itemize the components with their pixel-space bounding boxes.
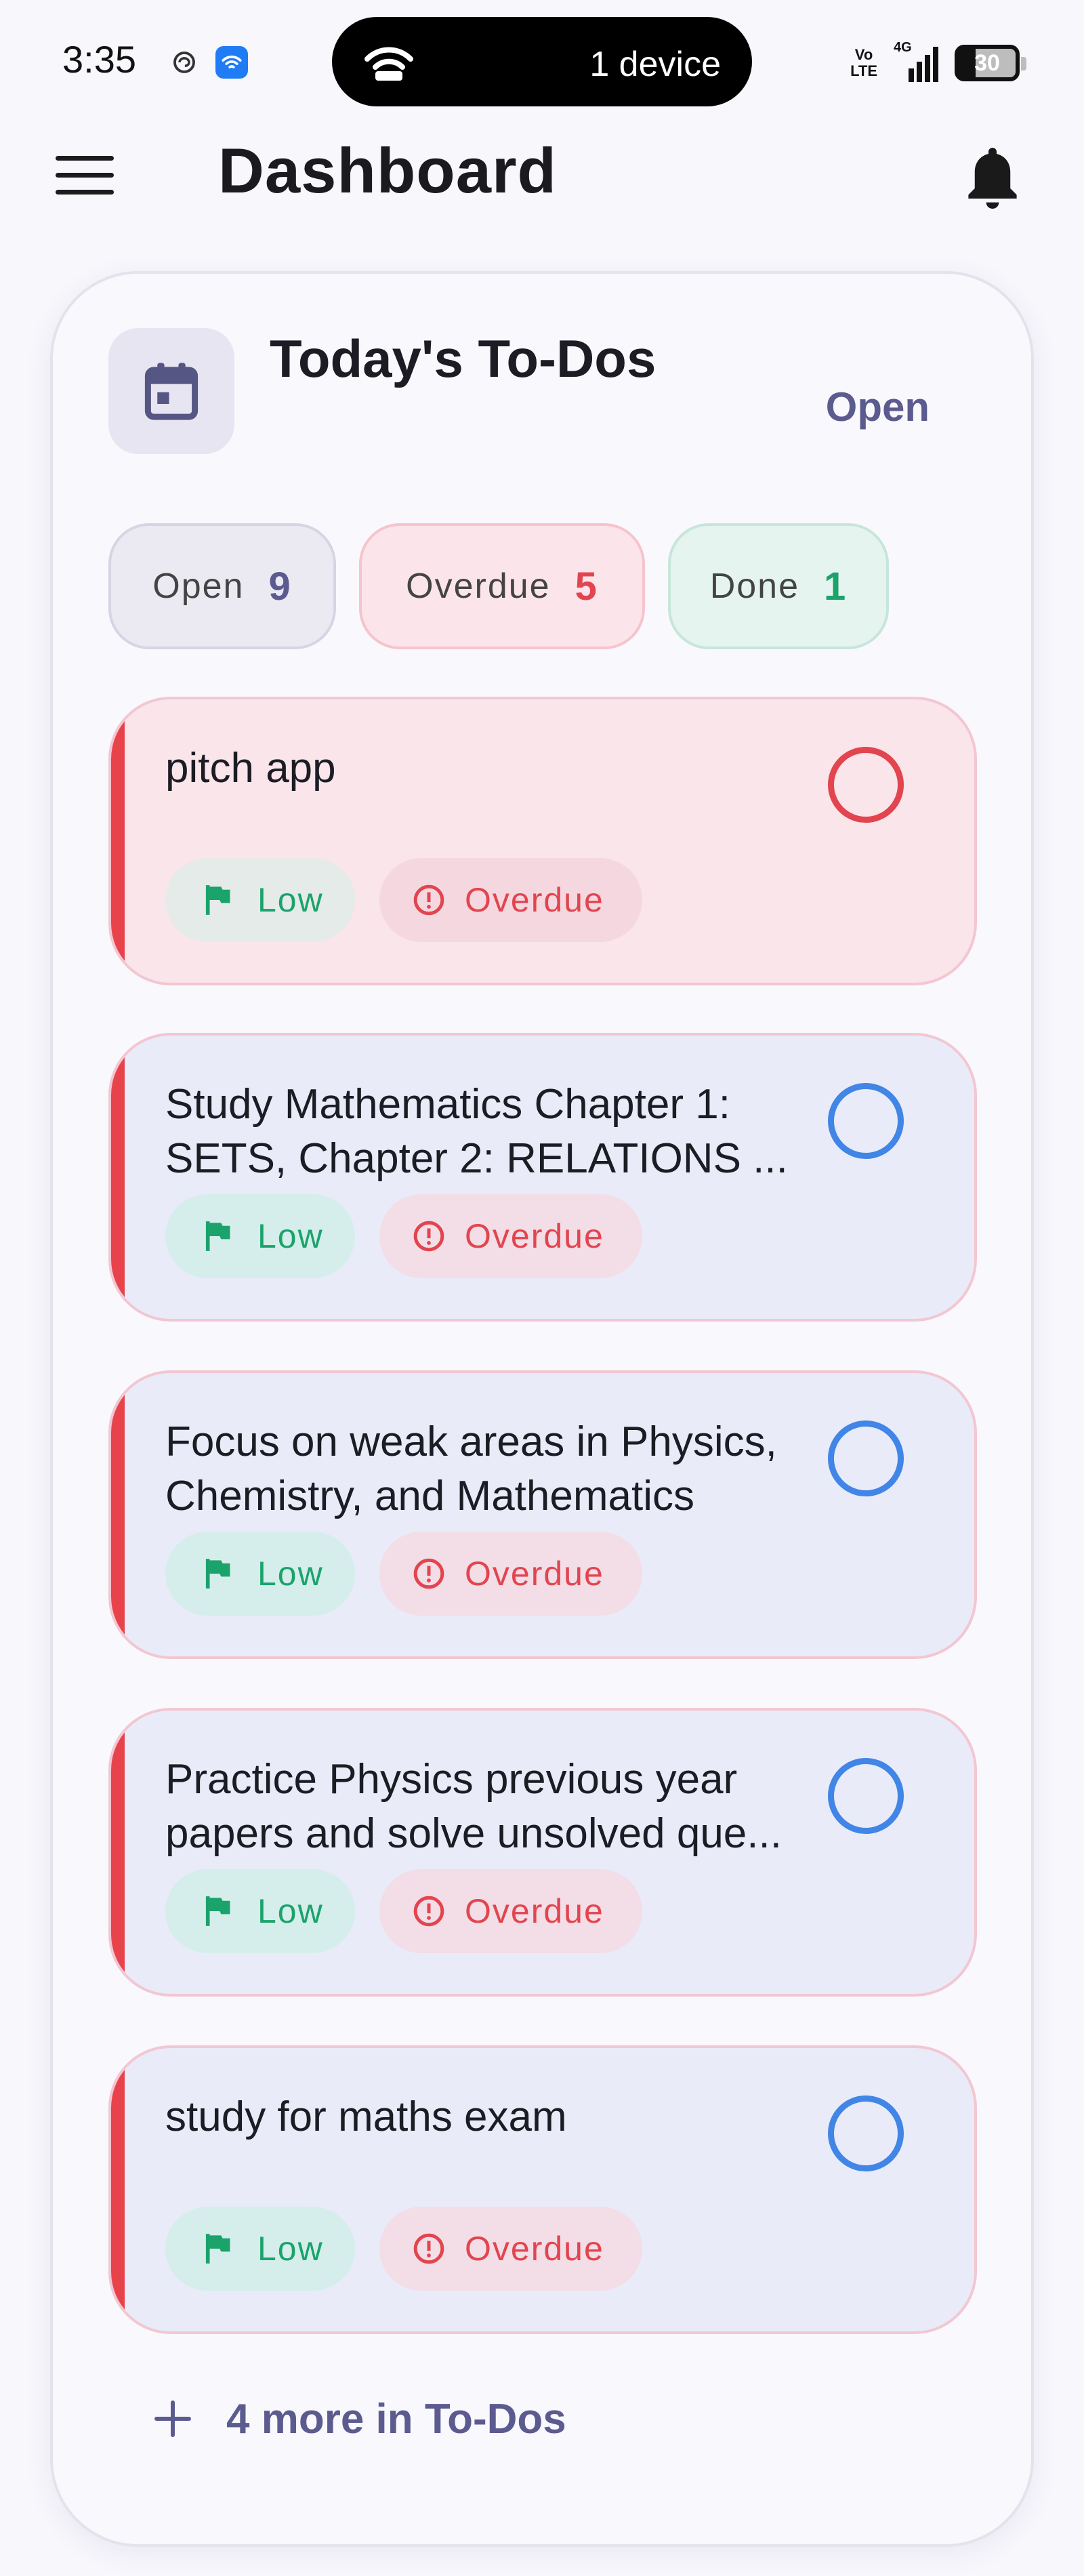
todo-title: Practice Physics previous year papers an… xyxy=(165,1756,782,1857)
app-bar: Dashboard xyxy=(0,122,1084,237)
hotspot-icon xyxy=(362,40,416,83)
priority-tag: Low xyxy=(165,1532,355,1616)
alert-circle-icon xyxy=(413,1558,444,1589)
todo-title: Focus on weak areas in Physics, Chemistr… xyxy=(165,1418,777,1519)
todo-title: pitch app xyxy=(165,745,336,792)
todo-title: study for maths exam xyxy=(165,2093,567,2140)
priority-tag: Low xyxy=(165,858,355,942)
flag-icon xyxy=(205,1221,230,1251)
filter-chip-overdue[interactable]: Overdue 5 xyxy=(359,523,645,649)
complete-checkbox[interactable] xyxy=(828,1758,904,1834)
complete-checkbox[interactable] xyxy=(828,1083,904,1159)
priority-tag: Low xyxy=(165,2207,355,2291)
filter-chip-label: Open xyxy=(152,567,245,606)
todo-item[interactable]: Practice Physics previous year papers an… xyxy=(108,1708,977,1997)
complete-checkbox[interactable] xyxy=(828,1420,904,1496)
alert-circle-icon xyxy=(413,2233,444,2264)
filter-chip-count: 9 xyxy=(268,564,292,609)
flag-icon xyxy=(205,2234,230,2264)
filter-chip-label: Overdue xyxy=(406,567,551,606)
filter-chip-count: 1 xyxy=(824,564,848,609)
status-tag: Overdue xyxy=(379,1194,642,1278)
battery-icon: 30 xyxy=(955,45,1026,81)
status-tag: Overdue xyxy=(379,1532,642,1616)
hotspot-pill[interactable]: 1 device xyxy=(332,17,752,106)
status-indicators: Vo LTE 4G 30 xyxy=(850,39,1026,87)
complete-checkbox[interactable] xyxy=(828,2095,904,2171)
alert-circle-icon xyxy=(413,884,444,916)
priority-tag: Low xyxy=(165,1194,355,1278)
status-tag: Overdue xyxy=(379,858,642,942)
priority-tag: Low xyxy=(165,1869,355,1953)
filter-chip-done[interactable]: Done 1 xyxy=(668,523,889,649)
card-title: Today's To-Dos xyxy=(270,329,656,388)
status-tag: Overdue xyxy=(379,1869,642,1953)
filter-chip-label: Done xyxy=(709,567,800,606)
flag-icon xyxy=(205,885,230,915)
hotspot-device-count: 1 device xyxy=(589,45,721,84)
complete-checkbox[interactable] xyxy=(828,747,904,823)
volte-indicator: Vo LTE xyxy=(850,46,877,79)
status-time: 3:35 xyxy=(62,38,136,81)
flag-icon xyxy=(205,1896,230,1926)
threads-icon xyxy=(168,46,201,79)
page-title: Dashboard xyxy=(218,135,557,206)
menu-icon[interactable] xyxy=(56,156,114,199)
filter-chip-open[interactable]: Open 9 xyxy=(108,523,336,649)
calendar-icon xyxy=(108,328,234,454)
alert-circle-icon xyxy=(413,1221,444,1252)
bell-icon[interactable] xyxy=(962,141,1023,216)
todos-card: Today's To-Dos Open Open 9 Overdue 5 Don… xyxy=(50,271,1034,2547)
todo-title: Study Mathematics Chapter 1: SETS, Chapt… xyxy=(165,1081,788,1182)
filter-chip-count: 5 xyxy=(575,564,598,609)
hotspot-app-icon xyxy=(215,46,248,79)
status-bar: 3:35 1 device Vo LTE 4G 30 xyxy=(0,0,1084,122)
todo-item[interactable]: study for maths exam Low Overdue xyxy=(108,2045,977,2334)
todo-item[interactable]: pitch app Low Overdue xyxy=(108,697,977,985)
flag-icon xyxy=(205,1559,230,1589)
plus-icon xyxy=(154,2400,191,2437)
todo-item[interactable]: Study Mathematics Chapter 1: SETS, Chapt… xyxy=(108,1033,977,1322)
todo-item[interactable]: Focus on weak areas in Physics, Chemistr… xyxy=(108,1370,977,1659)
more-todos-link[interactable]: 4 more in To-Dos xyxy=(154,2381,566,2456)
alert-circle-icon xyxy=(413,1896,444,1927)
signal-icon: 4G xyxy=(891,40,941,82)
open-todos-link[interactable]: Open xyxy=(826,384,930,430)
more-todos-label: 4 more in To-Dos xyxy=(226,2395,566,2442)
status-tag: Overdue xyxy=(379,2207,642,2291)
